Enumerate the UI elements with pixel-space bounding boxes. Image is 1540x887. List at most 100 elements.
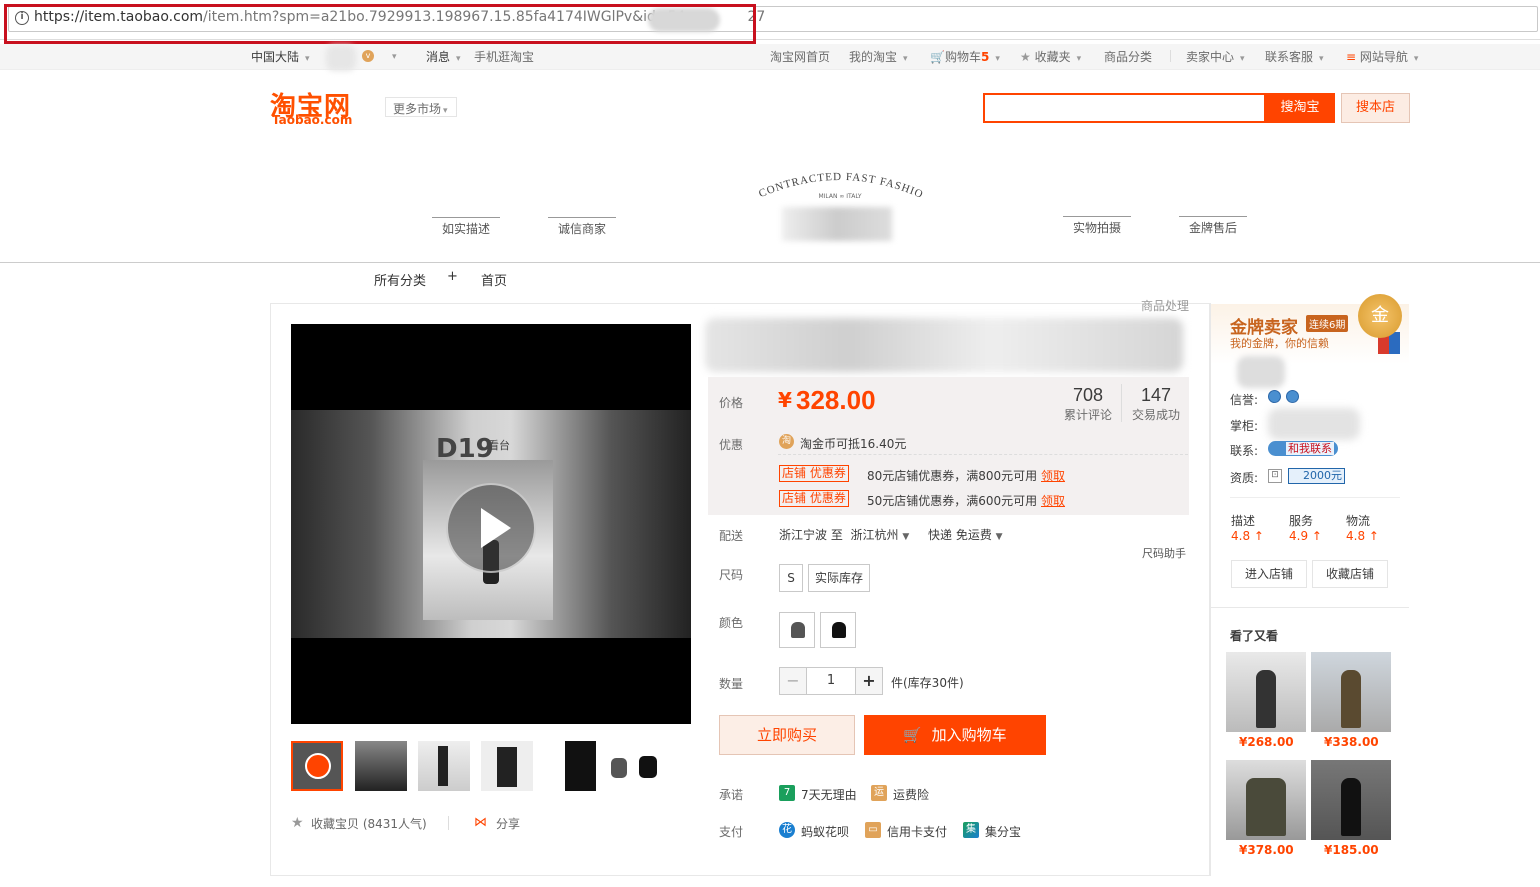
all-categories-link[interactable]: 所有分类 bbox=[374, 270, 426, 289]
taobao-logo-en[interactable]: Taobao.com bbox=[272, 113, 352, 127]
recommend-price[interactable]: ¥185.00 bbox=[1324, 843, 1379, 857]
thumb-image[interactable] bbox=[418, 741, 470, 791]
site-nav-link[interactable]: ≡ 网站导航 ▾ bbox=[1346, 48, 1418, 65]
color-option-grey[interactable] bbox=[779, 612, 815, 648]
collect-link[interactable]: 收藏宝贝 (8431人气) bbox=[311, 815, 427, 832]
tag-real-photo: 实物拍摄 bbox=[1063, 216, 1131, 238]
cart-link[interactable]: 🛒购物车5 ▾ bbox=[930, 48, 1000, 65]
mobile-taobao-link[interactable]: 手机逛淘宝 bbox=[474, 48, 534, 65]
coupon-tag: 店铺 优惠券 bbox=[779, 465, 849, 482]
promise-shipping-insurance[interactable]: 运费险 bbox=[893, 786, 929, 803]
pay-huabei[interactable]: 蚂蚁花呗 bbox=[801, 823, 849, 840]
divider bbox=[1230, 497, 1400, 498]
thumb-image[interactable] bbox=[481, 741, 533, 791]
video-frame: D19 看台 bbox=[291, 410, 691, 638]
favorites-link[interactable]: ★ 收藏夹 ▾ bbox=[1020, 48, 1081, 65]
size-option-s[interactable]: S bbox=[779, 564, 803, 592]
color-option-black[interactable] bbox=[820, 612, 856, 648]
price-value: 328.00 bbox=[796, 385, 876, 415]
contact-label: 联系: bbox=[1230, 444, 1259, 458]
owner-label: 掌柜: bbox=[1230, 419, 1259, 433]
credit-badge-icon[interactable] bbox=[1268, 390, 1281, 403]
recommend-price[interactable]: ¥338.00 bbox=[1324, 735, 1379, 749]
categories-link[interactable]: 商品分类 bbox=[1104, 48, 1152, 65]
chevron-down-icon[interactable]: ▾ bbox=[386, 48, 397, 62]
taobao-home-link[interactable]: 淘宝网首页 bbox=[770, 48, 830, 65]
recommend-price[interactable]: ¥268.00 bbox=[1239, 735, 1294, 749]
region-select[interactable]: 中国大陆 ▾ bbox=[251, 48, 310, 65]
shop-home-link[interactable]: 首页 bbox=[481, 270, 507, 289]
highlight-box bbox=[4, 4, 756, 44]
figure-icon bbox=[1341, 670, 1361, 728]
search-store-button[interactable]: 搜本店 bbox=[1341, 93, 1410, 123]
jifenbao-icon: 集 bbox=[963, 822, 979, 838]
share-link[interactable]: 分享 bbox=[496, 815, 520, 832]
goods-op-link[interactable]: 商品处理 bbox=[1141, 297, 1189, 314]
shop-logo[interactable]: CONTRACTED FAST FASHION MILAN ∞ ITALY bbox=[740, 168, 940, 208]
review-stat[interactable]: 708 累计评论 bbox=[1060, 385, 1116, 423]
search-taobao-button[interactable]: 搜淘宝 bbox=[1265, 93, 1335, 123]
divider bbox=[1211, 607, 1409, 608]
rating-describe-label: 描述 bbox=[1231, 514, 1256, 528]
customer-service-link[interactable]: 联系客服 ▾ bbox=[1265, 48, 1324, 65]
promise-7day[interactable]: 7天无理由 bbox=[801, 786, 857, 803]
thumb-video[interactable] bbox=[291, 741, 343, 791]
coin-text: 淘金币可抵16.40元 bbox=[800, 437, 907, 451]
my-taobao-link[interactable]: 我的淘宝 ▾ bbox=[849, 48, 908, 65]
deposit-badge[interactable]: 2000元 bbox=[1288, 468, 1345, 484]
recommend-item[interactable] bbox=[1226, 760, 1306, 840]
thumb-image[interactable] bbox=[355, 741, 407, 791]
credit-badge-icon[interactable] bbox=[1286, 390, 1299, 403]
search-input[interactable] bbox=[983, 93, 1266, 123]
shipping-insurance-icon: 运 bbox=[871, 785, 887, 801]
enter-store-button[interactable]: 进入店铺 bbox=[1231, 560, 1307, 588]
more-markets-dropdown[interactable]: 更多市场 ▾ bbox=[385, 97, 457, 117]
contact-button[interactable]: 和我联系 bbox=[1268, 441, 1338, 456]
product-video[interactable]: D19 看台 bbox=[291, 324, 691, 724]
star-icon: ★ bbox=[1020, 50, 1031, 64]
size-helper-link[interactable]: 尺码助手 bbox=[1142, 545, 1186, 561]
seller-center-link[interactable]: 卖家中心 ▾ bbox=[1186, 48, 1245, 65]
huabei-icon: 花 bbox=[779, 822, 795, 838]
thumb-image[interactable] bbox=[544, 741, 596, 791]
play-icon bbox=[305, 753, 331, 779]
jacket-icon bbox=[639, 756, 657, 778]
recommend-item[interactable] bbox=[1311, 652, 1391, 732]
ship-route[interactable]: 浙江宁波 至 浙江杭州 ▼ bbox=[779, 526, 909, 543]
ship-fee[interactable]: 快递 免运费 ▼ bbox=[928, 526, 1003, 543]
member-icon[interactable]: v bbox=[362, 50, 374, 62]
redacted-title bbox=[705, 318, 1183, 372]
color-label: 颜色 bbox=[719, 616, 744, 630]
buy-now-button[interactable]: 立即购买 bbox=[719, 715, 855, 755]
qty-minus-button[interactable]: − bbox=[779, 667, 807, 695]
thumb-image[interactable] bbox=[607, 741, 659, 791]
recommend-price[interactable]: ¥378.00 bbox=[1239, 843, 1294, 857]
chevron-down-icon: ▼ bbox=[995, 532, 1003, 542]
coupon-get-link[interactable]: 领取 bbox=[1041, 492, 1065, 509]
coupon-get-link[interactable]: 领取 bbox=[1041, 467, 1065, 484]
qty-input[interactable]: 1 bbox=[806, 667, 856, 695]
price-label: 价格 bbox=[719, 396, 744, 410]
recommend-item[interactable] bbox=[1311, 760, 1391, 840]
id-card-icon[interactable]: ⊡ bbox=[1268, 469, 1282, 483]
add-to-cart-button[interactable]: 🛒 加入购物车 bbox=[864, 715, 1046, 755]
recommend-item[interactable] bbox=[1226, 652, 1306, 732]
gold-medal-icon: 金 bbox=[1358, 294, 1402, 338]
qty-plus-button[interactable]: + bbox=[855, 667, 883, 695]
redacted-avatar bbox=[1237, 356, 1285, 388]
pay-credit-card[interactable]: 信用卡支付 bbox=[887, 823, 947, 840]
gold-seller-badge: 连续6期 bbox=[1306, 315, 1349, 332]
promo-label: 优惠 bbox=[719, 438, 744, 452]
size-label: 尺码 bbox=[719, 568, 744, 582]
plus-icon[interactable]: + bbox=[447, 269, 458, 284]
favorite-store-button[interactable]: 收藏店铺 bbox=[1312, 560, 1388, 588]
coupon-tag: 店铺 优惠券 bbox=[779, 490, 849, 507]
messages-link[interactable]: 消息 ▾ bbox=[426, 48, 461, 65]
size-option-stock[interactable]: 实际库存 bbox=[808, 564, 870, 592]
video-sign: D19 bbox=[436, 434, 494, 464]
currency-symbol: ¥ bbox=[778, 388, 792, 412]
gold-seller-subtitle: 我的金牌，你的信赖 bbox=[1230, 337, 1329, 350]
jacket-icon bbox=[791, 622, 805, 638]
pay-jifenbao[interactable]: 集分宝 bbox=[985, 823, 1021, 840]
redacted-owner bbox=[1268, 408, 1360, 440]
